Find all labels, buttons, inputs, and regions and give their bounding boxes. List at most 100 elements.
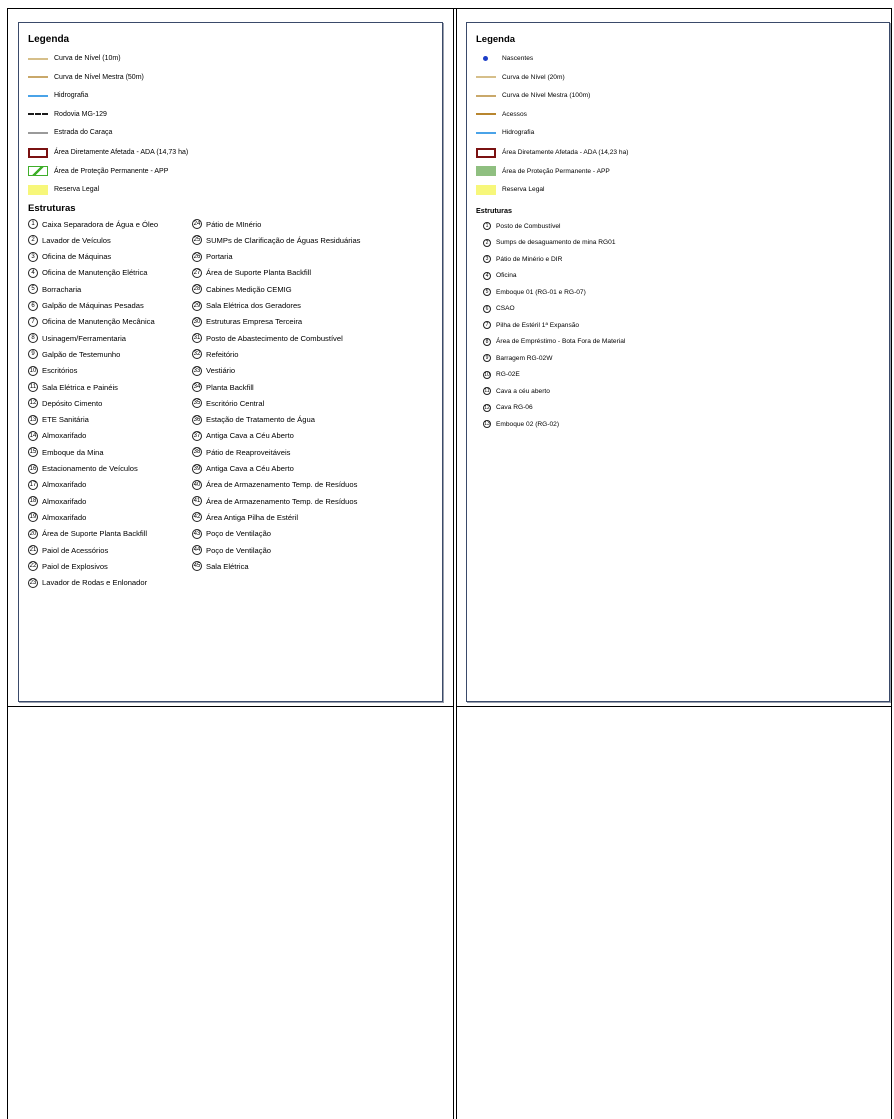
structure-item: 29 Sala Elétrica dos Geradores [192, 300, 301, 311]
structure-number-badge: 45 [192, 561, 202, 572]
structure-item: 4 Oficina de Manutenção Elétrica [28, 267, 148, 278]
structure-number-badge: 2 [483, 238, 491, 247]
legend-item: Área de Proteção Permanente - APP [28, 166, 168, 176]
structure-label: Sala Elétrica dos Geradores [206, 301, 301, 310]
structure-item: 30 Estruturas Empresa Terceira [192, 316, 303, 327]
legend-item-label: Curva de Nível (10m) [54, 55, 121, 62]
legend-item-label: Estrada do Caraça [54, 129, 113, 136]
structure-label: Área de Suporte Planta Backfill [42, 529, 148, 539]
structure-item: 45 Sala Elétrica [192, 561, 249, 572]
structure-label: Almoxarifado [42, 496, 87, 506]
structure-item: 20 Área de Suporte Planta Backfill [28, 528, 148, 539]
legend-item-label: Hidrografia [502, 129, 535, 136]
structure-item: 7 Oficina de Manutenção Mecânica [28, 316, 155, 327]
structure-label: Caixa Separadora de Água e Óleo [42, 219, 159, 229]
structure-number-badge: 5 [483, 288, 491, 296]
structure-item: 2 Sumps de desaguamento de mina RG01 [483, 238, 616, 247]
structures-title: Estruturas [28, 203, 76, 214]
legend-item: Estrada do Caraça [28, 129, 112, 136]
structure-number-badge: 7 [483, 321, 491, 329]
structure-number-badge: 9 [28, 349, 38, 360]
structure-item: 44 Poço de Ventilação [192, 545, 271, 555]
legend-item-label: Acessos [502, 110, 527, 118]
structure-number-badge: 11 [483, 387, 491, 395]
structure-number-badge: 25 [192, 235, 202, 246]
point-symbol-icon [483, 56, 488, 61]
column-divider [453, 8, 457, 1119]
structure-label: Estruturas Empresa Terceira [206, 317, 303, 327]
structure-number-badge: 29 [192, 300, 202, 311]
structure-label: Galpão de Máquinas Pesadas [42, 301, 144, 310]
legend-item: Reserva Legal [28, 184, 99, 195]
structure-label: Portaria [206, 252, 233, 262]
legend-item-label: Reserva Legal [502, 186, 545, 193]
structure-number-badge: 1 [28, 219, 38, 229]
legend-item: Curva de Nível Mestra (100m) [476, 92, 590, 99]
structure-item: 19 Almoxarifado [28, 512, 86, 523]
structure-number-badge: 26 [192, 251, 202, 262]
structure-label: SUMPs de Clarificação de Águas Residuári… [206, 235, 361, 245]
structure-label: Área de Armazenamento Temp. de Resíduos [206, 496, 358, 506]
structure-number-badge: 34 [192, 382, 202, 392]
structure-label: Depósito Cimento [42, 398, 103, 408]
structure-label: Cava a céu aberto [496, 387, 550, 395]
structure-number-badge: 10 [28, 365, 38, 376]
line-symbol-icon [28, 57, 48, 60]
legend-item: Área Diretamente Afetada - ADA (14,23 ha… [476, 147, 629, 158]
structure-label: Sumps de desaguamento de mina RG01 [496, 239, 616, 246]
structure-label: Sala Elétrica e Painéis [42, 382, 118, 392]
structure-number-badge: 3 [28, 251, 38, 262]
structure-item: 3 Oficina de Máquinas [28, 251, 112, 262]
structure-number-badge: 30 [192, 316, 202, 327]
structure-item: 22 Paiol de Explosivos [28, 561, 108, 572]
legend-item-label: Área Diretamente Afetada - ADA (14,23 ha… [502, 149, 629, 156]
structure-label: Emboque 02 (RG-02) [496, 420, 560, 428]
line-symbol-icon [476, 76, 496, 78]
structure-number-badge: 28 [192, 284, 202, 295]
structure-item: 28 Cabines Medição CEMIG [192, 284, 292, 295]
structure-number-badge: 1 [483, 222, 491, 230]
structure-number-badge: 43 [192, 528, 202, 539]
legend-item: Rodovia MG-129 [28, 111, 107, 118]
structure-label: Antiga Cava a Céu Aberto [206, 431, 294, 441]
structure-number-badge: 9 [483, 354, 491, 362]
structure-label: Oficina de Manutenção Elétrica [42, 268, 148, 278]
structure-number-badge: 27 [192, 267, 202, 278]
structure-item: 26 Portaria [192, 251, 233, 262]
legend-item: Curva de Nível Mestra (50m) [28, 74, 144, 81]
structure-number-badge: 2 [28, 235, 38, 246]
structure-number-badge: 11 [28, 382, 38, 392]
legend-item-label: Rodovia MG-129 [54, 110, 107, 118]
legend-item-label: Nascentes [502, 55, 534, 62]
structure-number-badge: 15 [28, 447, 38, 458]
legend-item-label: Área Diretamente Afetada - ADA (14,73 ha… [54, 149, 189, 156]
structure-label: Oficina de Manutenção Mecânica [42, 317, 155, 327]
structure-item: 8 Área de Empréstimo - Bota Fora de Mater… [483, 337, 625, 346]
structure-label: Lavador de Veículos [42, 235, 111, 245]
structure-number-badge: 24 [192, 219, 202, 229]
structure-item: 1 Posto de Combustível [483, 222, 561, 230]
structure-number-badge: 31 [192, 333, 202, 344]
structure-label: Oficina de Máquinas [42, 252, 112, 262]
structure-label: Emboque 01 (RG-01 e RG-07) [496, 288, 586, 296]
structure-label: Borracharia [42, 284, 82, 294]
structure-item: 43 Poço de Ventilação [192, 528, 271, 539]
structure-number-badge: 21 [28, 545, 38, 555]
structure-number-badge: 41 [192, 496, 202, 507]
legend-item-label: Área de Proteção Permanente - APP [502, 167, 610, 175]
legend-item: Hidrografia [28, 92, 88, 99]
structure-item: 3 Pátio de Minério e DIR [483, 255, 562, 263]
filled-box-symbol-icon [476, 166, 496, 176]
structure-item: 24 Pátio de MInério [192, 219, 261, 229]
structure-item: 23 Lavador de Rodas e Enlonador [28, 577, 147, 588]
structure-number-badge: 19 [28, 512, 38, 523]
structure-item: 39 Antiga Cava a Céu Aberto [192, 463, 294, 474]
structure-item: 35 Escritório Central [192, 398, 264, 409]
structure-label: Poço de Ventilação [206, 545, 272, 555]
structure-item: 7 Pilha de Estéril 1ª Expansão [483, 321, 579, 329]
structure-item: 17 Almoxarifado [28, 479, 86, 490]
structure-item: 15 Emboque da Mina [28, 447, 104, 458]
structure-number-badge: 36 [192, 414, 202, 425]
structure-number-badge: 7 [28, 316, 38, 327]
structure-number-badge: 20 [28, 528, 38, 539]
